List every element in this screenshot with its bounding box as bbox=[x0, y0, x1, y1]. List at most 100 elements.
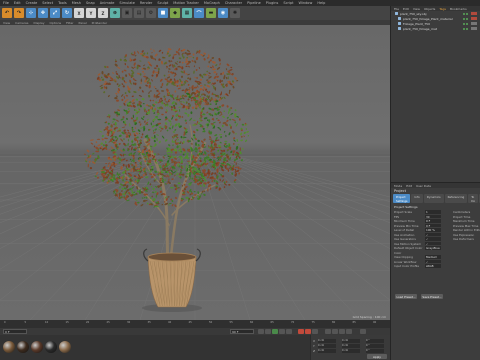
save-preset-button[interactable]: Save Preset... bbox=[421, 294, 443, 299]
coordinate-size-field[interactable]: 0 cm bbox=[342, 339, 360, 343]
coordinate-rot-field[interactable]: 0 ° bbox=[366, 344, 384, 348]
menu-item[interactable]: Plugins bbox=[266, 1, 279, 5]
render-visibility-icon[interactable] bbox=[466, 17, 468, 20]
material-tag-icon[interactable] bbox=[471, 27, 477, 30]
menu-item[interactable]: Script bbox=[283, 1, 293, 5]
subdivision-icon[interactable]: ◆ bbox=[170, 8, 180, 18]
parameter-key-icon[interactable] bbox=[346, 329, 352, 334]
render-view-icon[interactable]: ▣ bbox=[122, 8, 132, 18]
menu-item[interactable]: MoGraph bbox=[204, 1, 220, 5]
viewport-menu-item[interactable]: ProRender bbox=[92, 21, 107, 25]
attribute-value-field[interactable]: sRGB bbox=[425, 264, 441, 268]
attribute-value-field[interactable]: Medium bbox=[425, 255, 441, 259]
attribute-tab[interactable]: To Do bbox=[468, 194, 479, 203]
viewport-menu-item[interactable]: View bbox=[3, 21, 10, 25]
autokey-icon[interactable] bbox=[305, 329, 311, 334]
coordinate-size-field[interactable]: 0 cm bbox=[342, 349, 360, 353]
y-axis-icon[interactable]: Y bbox=[86, 8, 96, 18]
play-icon[interactable] bbox=[272, 329, 278, 334]
menu-item[interactable]: Motion Tracker bbox=[173, 1, 199, 5]
apply-button[interactable]: Apply bbox=[367, 354, 387, 359]
viewport-menu-item[interactable]: Panel bbox=[79, 21, 87, 25]
coordinate-pos-field[interactable]: 0 cm bbox=[318, 344, 336, 348]
viewport-menu-item[interactable]: Cameras bbox=[15, 21, 28, 25]
coordinate-pos-field[interactable]: 0 cm bbox=[318, 339, 336, 343]
object-manager-menu-item[interactable]: Bookmarks bbox=[450, 7, 467, 11]
attribute-tab[interactable]: Project Settings bbox=[393, 194, 411, 203]
attribute-value-field[interactable]: Gray-Blue bbox=[425, 246, 441, 250]
editor-visibility-icon[interactable] bbox=[463, 22, 465, 25]
redo-icon[interactable]: ↷ bbox=[14, 8, 24, 18]
coordinate-pos-field[interactable]: 0 cm bbox=[318, 349, 336, 353]
attribute-value-field[interactable]: 100 % bbox=[425, 228, 441, 232]
attribute-value-field[interactable]: ✓ bbox=[425, 232, 441, 237]
current-frame-field[interactable]: 0 F bbox=[3, 329, 27, 334]
attribute-tab[interactable]: Info bbox=[411, 194, 423, 203]
attribute-value-field[interactable]: 0 F bbox=[425, 223, 441, 228]
attribute-value-field[interactable]: ✓ bbox=[425, 241, 441, 246]
end-frame-field[interactable]: 90 F bbox=[230, 329, 254, 334]
attribute-menu-item[interactable]: User Data bbox=[416, 184, 431, 188]
menu-item[interactable]: Simulate bbox=[119, 1, 134, 5]
rotation-key-icon[interactable] bbox=[339, 329, 345, 334]
material-tag-icon[interactable] bbox=[471, 12, 477, 15]
visibility-dots[interactable] bbox=[463, 22, 468, 25]
menu-item[interactable]: Help bbox=[317, 1, 325, 5]
object-manager-menu-item[interactable]: View bbox=[413, 7, 420, 11]
coordinate-rot-field[interactable]: 0 ° bbox=[366, 339, 384, 343]
attribute-value-field[interactable]: 0 F bbox=[425, 219, 441, 223]
menu-item[interactable]: Pipeline bbox=[247, 1, 261, 5]
editor-visibility-icon[interactable] bbox=[463, 12, 465, 15]
scale-key-icon[interactable] bbox=[332, 329, 338, 334]
attribute-value-field[interactable]: 1 bbox=[425, 210, 441, 214]
load-preset-button[interactable]: Load Preset... bbox=[395, 294, 417, 299]
render-visibility-icon[interactable] bbox=[466, 22, 468, 25]
array-icon[interactable]: ▦ bbox=[182, 8, 192, 18]
viewport-menu-item[interactable]: Display bbox=[33, 21, 44, 25]
attribute-menu-item[interactable]: Edit bbox=[406, 184, 412, 188]
menu-item[interactable]: Select bbox=[42, 1, 53, 5]
coordinate-rot-field[interactable]: 0 ° bbox=[366, 349, 384, 353]
keyframe-selection-icon[interactable] bbox=[312, 329, 318, 334]
editor-visibility-icon[interactable] bbox=[463, 17, 465, 20]
visibility-dots[interactable] bbox=[463, 17, 468, 20]
menu-item[interactable]: File bbox=[3, 1, 9, 5]
previous-key-icon[interactable] bbox=[265, 329, 271, 334]
attribute-value-field[interactable]: ✓ bbox=[425, 237, 441, 241]
menu-item[interactable]: Sculpt bbox=[157, 1, 168, 5]
camera-icon[interactable]: ◉ bbox=[218, 8, 228, 18]
render-settings-icon[interactable]: ⚙ bbox=[146, 8, 156, 18]
material-tag-icon[interactable] bbox=[471, 22, 477, 25]
floor-icon[interactable]: ▬ bbox=[206, 8, 216, 18]
go-to-start-icon[interactable] bbox=[258, 329, 264, 334]
move-icon[interactable]: ✥ bbox=[38, 8, 48, 18]
cube-icon[interactable]: ■ bbox=[158, 8, 168, 18]
menu-item[interactable]: Tools bbox=[58, 1, 67, 5]
perspective-viewport[interactable]: Grid Spacing : 100 cm bbox=[0, 25, 390, 320]
visibility-dots[interactable] bbox=[463, 12, 468, 15]
attribute-tab[interactable]: Referencing bbox=[444, 194, 468, 203]
render-picture-viewer-icon[interactable]: ▤ bbox=[134, 8, 144, 18]
menu-item[interactable]: Character bbox=[225, 1, 242, 5]
material-swatch[interactable] bbox=[45, 341, 57, 353]
menu-item[interactable]: Render bbox=[140, 1, 152, 5]
menu-item[interactable]: Edit bbox=[14, 1, 21, 5]
attribute-value-field[interactable]: 30 bbox=[425, 214, 441, 219]
object-manager-menu-item[interactable]: Tags bbox=[439, 7, 446, 11]
menu-item[interactable]: Window bbox=[299, 1, 313, 5]
menu-item[interactable]: Snap bbox=[86, 1, 95, 5]
timeline-ruler[interactable]: 0 5 10 15 20 25 30 35 40 45 50 55 60 65 70 75 80 85 90 bbox=[0, 320, 390, 328]
editor-visibility-icon[interactable] bbox=[463, 27, 465, 30]
scale-icon[interactable]: ⤢ bbox=[50, 8, 60, 18]
x-axis-icon[interactable]: X bbox=[74, 8, 84, 18]
menu-item[interactable]: Animate bbox=[100, 1, 115, 5]
viewport-menu-item[interactable]: Options bbox=[50, 21, 62, 25]
material-tag-icon[interactable] bbox=[471, 17, 477, 20]
render-visibility-icon[interactable] bbox=[466, 27, 468, 30]
next-key-icon[interactable] bbox=[279, 329, 285, 334]
z-axis-icon[interactable]: Z bbox=[98, 8, 108, 18]
rotate-icon[interactable]: ↻ bbox=[62, 8, 72, 18]
record-icon[interactable] bbox=[298, 329, 304, 334]
object-manager-menu-item[interactable]: Objects bbox=[424, 7, 435, 11]
coordinate-system-icon[interactable]: ⊕ bbox=[110, 8, 120, 18]
